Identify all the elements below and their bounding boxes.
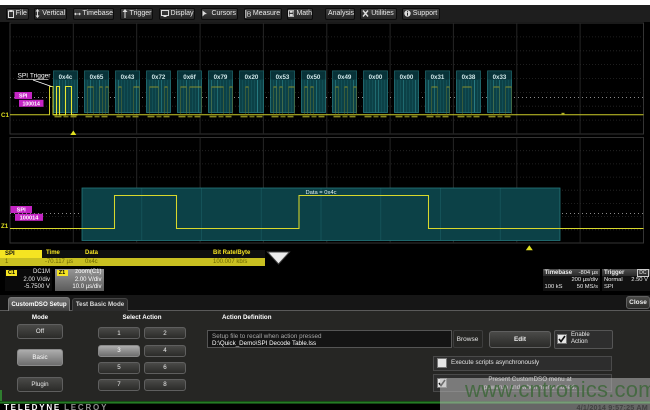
svg-text:0x38: 0x38 bbox=[462, 74, 476, 81]
svg-text:0x50: 0x50 bbox=[307, 74, 321, 81]
svg-text:B: B bbox=[247, 11, 251, 18]
svg-text:0x4c: 0x4c bbox=[59, 74, 73, 81]
svg-text:0x43: 0x43 bbox=[121, 74, 135, 81]
svg-text:Z1: Z1 bbox=[1, 223, 9, 230]
svg-text:0x72: 0x72 bbox=[152, 74, 166, 81]
svg-text:0x49: 0x49 bbox=[338, 74, 352, 81]
svg-text:0x31: 0x31 bbox=[431, 74, 445, 81]
svg-text:C1: C1 bbox=[1, 112, 9, 119]
svg-text:0x33: 0x33 bbox=[493, 74, 507, 81]
svg-text:100014: 100014 bbox=[23, 101, 40, 107]
svg-text:0x6f: 0x6f bbox=[183, 74, 196, 81]
svg-text:SPI Trigger: SPI Trigger bbox=[18, 72, 52, 79]
svg-text:100014: 100014 bbox=[20, 215, 40, 221]
svg-text:SPI: SPI bbox=[17, 208, 26, 214]
svg-text:0x00: 0x00 bbox=[400, 74, 414, 81]
svg-text:0x65: 0x65 bbox=[90, 74, 104, 81]
svg-text:0x79: 0x79 bbox=[214, 74, 228, 81]
svg-text:0x20: 0x20 bbox=[245, 74, 259, 81]
svg-text:SPI: SPI bbox=[19, 94, 28, 100]
svg-text:0x53: 0x53 bbox=[276, 74, 290, 81]
svg-text:0x00: 0x00 bbox=[369, 74, 383, 81]
